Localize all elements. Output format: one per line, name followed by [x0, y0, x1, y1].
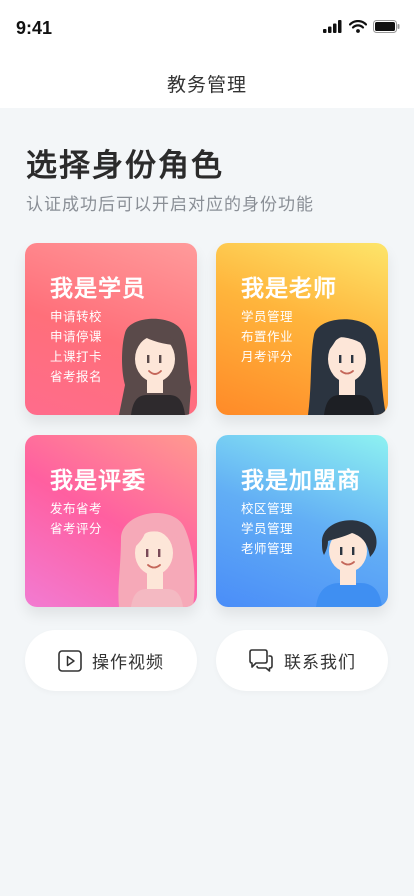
battery-icon — [373, 20, 400, 33]
tutorial-video-button[interactable]: 操作视频 — [25, 630, 197, 691]
status-icons — [323, 20, 400, 33]
role-card-title: 我是评委 — [50, 468, 146, 494]
role-feature-list: 申请转校 申请停课 上课打卡 省考报名 — [50, 307, 102, 387]
role-feature-item: 布置作业 — [241, 329, 294, 344]
wifi-icon — [349, 20, 367, 33]
role-card-student[interactable]: 我是学员 申请转校 申请停课 上课打卡 省考报名 — [25, 243, 197, 415]
signal-icon — [323, 20, 342, 33]
role-feature-item: 上课打卡 — [50, 349, 103, 364]
nav-bar: 教务管理 — [0, 56, 414, 108]
section-subheading: 认证成功后可以开启对应的身份功能 — [26, 195, 314, 215]
role-feature-item: 学员管理 — [241, 521, 294, 536]
tutorial-video-label: 操作视频 — [92, 653, 164, 673]
role-feature-item: 申请停课 — [50, 329, 103, 344]
role-feature-item: 学员管理 — [241, 309, 294, 324]
contact-us-label: 联系我们 — [284, 653, 356, 673]
section-heading: 选择身份角色 — [26, 148, 224, 184]
page-title: 教务管理 — [166, 74, 247, 96]
judge-avatar-illustration — [118, 513, 195, 607]
play-video-icon — [58, 649, 82, 672]
role-feature-list: 校区管理 学员管理 老师管理 — [241, 499, 293, 559]
partner-avatar-illustration — [316, 520, 382, 607]
role-feature-item: 月考评分 — [241, 349, 294, 364]
role-card-teacher[interactable]: 我是老师 学员管理 布置作业 月考评分 — [216, 243, 388, 415]
role-card-title: 我是老师 — [241, 276, 337, 302]
contact-us-button[interactable]: 联系我们 — [216, 630, 388, 691]
role-feature-item: 发布省考 — [50, 501, 103, 516]
status-time: 9:41 — [16, 18, 53, 38]
role-feature-item: 省考评分 — [50, 521, 103, 536]
status-bar: 9:41 — [0, 0, 414, 56]
role-card-title: 我是学员 — [50, 276, 146, 302]
role-feature-item: 老师管理 — [241, 541, 294, 556]
student-avatar-illustration — [119, 318, 191, 415]
chat-bubbles-icon — [249, 648, 273, 672]
role-feature-item: 省考报名 — [50, 369, 103, 384]
role-feature-list: 学员管理 布置作业 月考评分 — [241, 307, 293, 367]
role-feature-list: 发布省考 省考评分 — [50, 499, 102, 539]
role-card-judge[interactable]: 我是评委 发布省考 省考评分 — [25, 435, 197, 607]
role-card-title: 我是加盟商 — [241, 468, 361, 494]
teacher-avatar-illustration — [308, 319, 386, 415]
role-card-partner[interactable]: 我是加盟商 校区管理 学员管理 老师管理 — [216, 435, 388, 607]
role-feature-item: 校区管理 — [241, 501, 294, 516]
role-feature-item: 申请转校 — [50, 309, 103, 324]
